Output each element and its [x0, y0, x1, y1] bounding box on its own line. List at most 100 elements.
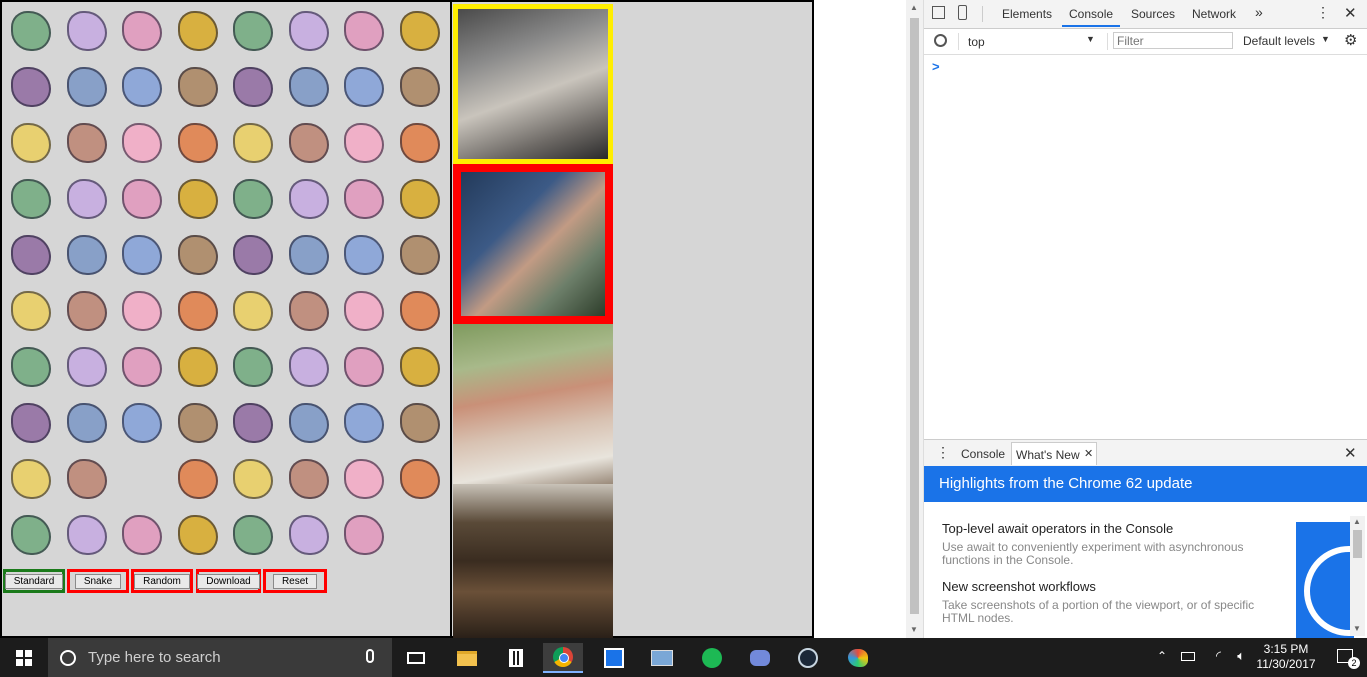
random-button[interactable]: Random [134, 573, 190, 589]
pokemon-sprite[interactable] [339, 398, 389, 448]
settings-gear-icon[interactable]: ⚙ [1344, 31, 1357, 49]
reset-button[interactable]: Reset [272, 573, 318, 589]
pokemon-sprite[interactable] [173, 62, 223, 112]
pokemon-sprite[interactable] [173, 342, 223, 392]
page-scrollbar[interactable]: ▲ ▼ [906, 0, 924, 638]
snake-button[interactable]: Snake [74, 573, 122, 589]
pokemon-sprite[interactable] [117, 118, 167, 168]
photo-2[interactable] [453, 164, 613, 324]
pokemon-sprite[interactable] [117, 510, 167, 560]
pokemon-sprite[interactable] [284, 174, 334, 224]
news-thumbnail-image[interactable] [1296, 522, 1354, 638]
pokemon-sprite[interactable] [117, 286, 167, 336]
pokemon-sprite[interactable] [395, 230, 445, 280]
pokemon-sprite[interactable] [62, 230, 112, 280]
photos-icon[interactable] [642, 643, 682, 673]
pokemon-sprite[interactable] [395, 6, 445, 56]
chrome-icon[interactable] [543, 643, 583, 673]
drawer-scrollbar[interactable]: ▲ ▼ [1350, 516, 1365, 636]
pokemon-sprite[interactable] [228, 174, 278, 224]
pokemon-sprite[interactable] [173, 286, 223, 336]
device-toolbar-icon[interactable] [958, 5, 967, 20]
pokemon-sprite[interactable] [339, 230, 389, 280]
spotify-icon[interactable] [692, 643, 732, 673]
pokemon-sprite[interactable] [395, 118, 445, 168]
pokemon-sprite[interactable] [6, 454, 56, 504]
pokemon-sprite[interactable] [6, 174, 56, 224]
tab-console[interactable]: Console [1069, 7, 1113, 21]
pokemon-sprite[interactable] [62, 286, 112, 336]
calculator-icon[interactable] [496, 643, 536, 673]
tab-sources[interactable]: Sources [1131, 7, 1175, 21]
context-selector[interactable]: top ▼ [964, 32, 1104, 50]
pokemon-sprite[interactable] [339, 6, 389, 56]
pokemon-sprite[interactable] [339, 342, 389, 392]
pokemon-sprite[interactable] [339, 286, 389, 336]
pokemon-sprite[interactable] [6, 6, 56, 56]
pokemon-sprite[interactable] [284, 286, 334, 336]
pokemon-sprite[interactable] [117, 62, 167, 112]
pokemon-sprite[interactable] [228, 398, 278, 448]
pokemon-sprite[interactable] [228, 342, 278, 392]
log-levels-select[interactable]: Default levels [1243, 34, 1315, 48]
pokemon-sprite[interactable] [117, 174, 167, 224]
pokemon-sprite[interactable] [395, 62, 445, 112]
news-title[interactable]: Top-level await operators in the Console [942, 521, 1173, 536]
pokemon-sprite[interactable] [117, 398, 167, 448]
pokemon-sprite[interactable] [62, 398, 112, 448]
pokemon-sprite[interactable] [173, 6, 223, 56]
wifi-icon[interactable]: ◜ [1216, 648, 1221, 664]
pokemon-sprite[interactable] [228, 286, 278, 336]
drawer-tab-console[interactable]: Console [961, 447, 1005, 461]
trello-icon[interactable] [594, 643, 634, 673]
pokemon-sprite[interactable] [173, 174, 223, 224]
pokemon-sprite[interactable] [395, 286, 445, 336]
standard-button[interactable]: Standard [4, 573, 64, 589]
scroll-up-icon[interactable]: ▲ [910, 3, 918, 12]
pokemon-sprite[interactable] [284, 62, 334, 112]
pokemon-sprite[interactable] [339, 118, 389, 168]
start-button[interactable] [0, 638, 48, 677]
paint-icon[interactable] [838, 643, 878, 673]
pokemon-sprite[interactable] [339, 510, 389, 560]
close-tab-icon[interactable]: ✕ [1084, 447, 1093, 460]
pokemon-sprite[interactable] [117, 230, 167, 280]
close-drawer-icon[interactable]: ✕ [1344, 444, 1357, 462]
pokemon-sprite[interactable] [117, 6, 167, 56]
pokemon-sprite[interactable] [173, 230, 223, 280]
pokemon-sprite[interactable] [395, 454, 445, 504]
news-title[interactable]: New screenshot workflows [942, 579, 1096, 594]
pokemon-sprite[interactable] [62, 118, 112, 168]
pokemon-sprite[interactable] [6, 342, 56, 392]
pokemon-sprite[interactable] [173, 398, 223, 448]
pokemon-sprite[interactable] [284, 6, 334, 56]
pokemon-sprite[interactable] [228, 230, 278, 280]
pokemon-sprite[interactable] [228, 510, 278, 560]
pokemon-sprite[interactable] [62, 6, 112, 56]
clear-console-icon[interactable] [934, 34, 947, 47]
pokemon-sprite[interactable] [284, 398, 334, 448]
tab-network[interactable]: Network [1192, 7, 1236, 21]
photo-4[interactable] [453, 484, 613, 638]
pokemon-sprite[interactable] [6, 118, 56, 168]
download-button[interactable]: Download [197, 573, 260, 589]
photo-1[interactable] [453, 4, 613, 164]
scroll-up-icon[interactable]: ▲ [1353, 517, 1361, 526]
more-tabs-icon[interactable]: » [1255, 4, 1263, 20]
pokemon-sprite[interactable] [395, 398, 445, 448]
pokemon-sprite[interactable] [284, 118, 334, 168]
volume-icon[interactable]: 🔈︎ [1237, 648, 1245, 664]
pokemon-sprite[interactable] [62, 454, 112, 504]
steam-icon[interactable] [788, 643, 828, 673]
pokemon-sprite[interactable] [173, 454, 223, 504]
battery-icon[interactable] [1181, 652, 1195, 661]
show-hidden-icons-icon[interactable]: ⌃ [1157, 649, 1167, 663]
pokemon-sprite[interactable] [228, 6, 278, 56]
pokemon-sprite[interactable] [6, 398, 56, 448]
scrollbar-thumb[interactable] [910, 18, 919, 614]
scroll-down-icon[interactable]: ▼ [1353, 624, 1361, 633]
pokemon-sprite[interactable] [284, 230, 334, 280]
pokemon-sprite[interactable] [62, 62, 112, 112]
pokemon-sprite[interactable] [284, 342, 334, 392]
scrollbar-thumb[interactable] [1353, 530, 1362, 558]
